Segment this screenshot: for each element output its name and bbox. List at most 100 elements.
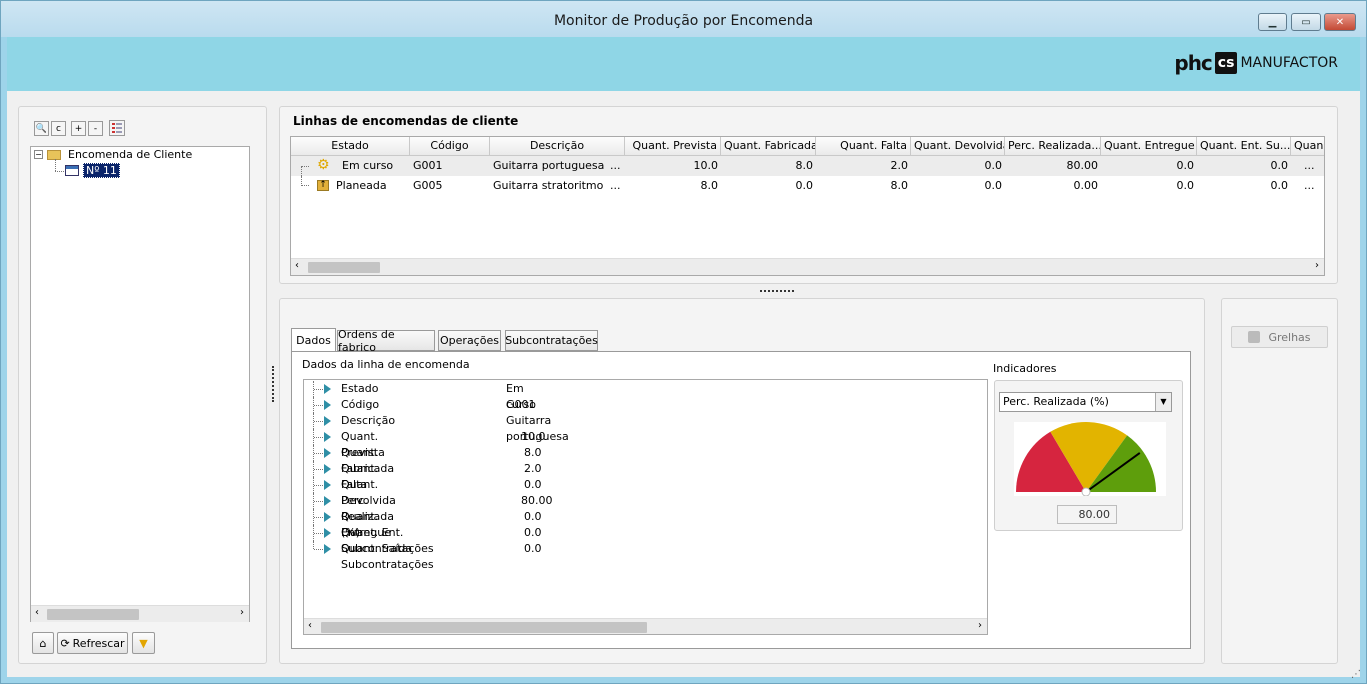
cell-perc: 0.00: [1073, 179, 1099, 192]
gauge: [1014, 422, 1166, 496]
detail-value: 2.0: [524, 462, 542, 475]
tab-operacoes[interactable]: Operações: [438, 330, 501, 351]
resize-grip-icon[interactable]: ⋰: [1351, 669, 1361, 680]
order-icon: [65, 165, 79, 176]
col-devolvida[interactable]: Quant. Devolvida: [911, 137, 1005, 156]
detail-label: Código: [341, 398, 380, 411]
tree-hscrollbar[interactable]: ‹ ›: [31, 605, 249, 622]
vertical-splitter[interactable]: [272, 366, 274, 402]
cell-fabricada: 8.0: [795, 159, 814, 172]
tree-view[interactable]: − Encomenda de Cliente Nº 11 ‹ ›: [30, 146, 250, 622]
horizontal-splitter[interactable]: [760, 290, 794, 292]
tab-dados[interactable]: Dados: [291, 328, 336, 351]
logo-cs: cs: [1214, 52, 1238, 74]
gear-icon: ⚙: [317, 157, 330, 173]
folder-icon: [47, 150, 61, 160]
cell-falta: 2.0: [890, 159, 909, 172]
gauge-hub: [1081, 487, 1091, 496]
tab-subcontratacoes[interactable]: Subcontratações: [505, 330, 598, 351]
chevron-down-icon[interactable]: ▼: [1155, 393, 1171, 411]
detail-value: 8.0: [524, 446, 542, 459]
filter-button[interactable]: ▼: [132, 632, 155, 654]
table-row[interactable]: ↑ Planeada G005 Guitarra stratoritmo ...…: [291, 176, 1324, 196]
row-marker-icon: [324, 400, 331, 410]
row-marker-icon: [324, 416, 331, 426]
row-marker-icon: [324, 480, 331, 490]
cell-fabricada: 0.0: [795, 179, 814, 192]
lines-hscrollbar[interactable]: ‹ ›: [291, 258, 1324, 275]
grelhas-label: Grelhas: [1268, 330, 1311, 344]
lines-title: Linhas de encomendas de cliente: [293, 114, 519, 128]
collapse-all-button[interactable]: -: [88, 121, 103, 136]
detail-label: Estado: [341, 382, 379, 395]
details-title: Dados da linha de encomenda: [302, 358, 470, 371]
cell-perc: 80.00: [1066, 159, 1099, 172]
refresh-button[interactable]: ⟳ Refrescar: [57, 632, 128, 654]
details-hscrollbar[interactable]: ‹ ›: [304, 618, 987, 634]
cell-descricao: Guitarra stratoritmo: [493, 179, 604, 192]
detail-value: 0.0: [524, 510, 542, 523]
grelhas-button[interactable]: Grelhas: [1231, 326, 1328, 348]
col-estado[interactable]: Estado: [291, 137, 410, 156]
cell-more: ...: [1304, 159, 1315, 172]
home-button[interactable]: ⌂: [32, 632, 54, 654]
row-marker-icon: [324, 544, 331, 554]
cell-more: ...: [1304, 179, 1315, 192]
col-prevista[interactable]: Quant. Prevista: [625, 137, 721, 156]
up-arrow-icon: ↑: [317, 180, 329, 191]
row-marker-icon: [324, 384, 331, 394]
tab-ordens-fabrico[interactable]: Ordens de fabrico: [337, 328, 435, 354]
indicator-select[interactable]: Perc. Realizada (%) ▼: [999, 392, 1172, 412]
window-title: Monitor de Produção por Encomenda: [553, 13, 814, 29]
brand-logo: phc cs MANUFACTOR: [1174, 51, 1338, 75]
search-icon[interactable]: 🔍: [34, 121, 49, 136]
title-bar: Monitor de Produção por Encomenda ▁ ▭ ✕: [1, 1, 1366, 37]
col-descricao[interactable]: Descrição: [490, 137, 625, 156]
col-falta[interactable]: Quant. Falta: [816, 137, 911, 156]
row-marker-icon: [324, 448, 331, 458]
close-button[interactable]: ✕: [1324, 13, 1356, 31]
details-list[interactable]: Estado Em curso Código G001 Descrição Guita…: [303, 379, 988, 635]
col-codigo[interactable]: Código: [410, 137, 490, 156]
grid-icon: [1248, 331, 1261, 343]
refresh-icon: ⟳: [60, 636, 70, 650]
col-more[interactable]: Quan: [1291, 137, 1324, 156]
cell-estado: Planeada: [336, 179, 387, 192]
expand-all-button[interactable]: +: [71, 121, 86, 136]
row-marker-icon: [324, 512, 331, 522]
detail-value: 0.0: [524, 478, 542, 491]
cell-prevista: 8.0: [700, 179, 719, 192]
cell-falta: 8.0: [890, 179, 909, 192]
logo-phc: phc: [1174, 51, 1212, 75]
detail-label: Quant. Saída Subcontratações: [341, 542, 434, 571]
detail-label: Descrição: [341, 414, 396, 427]
maximize-button[interactable]: ▭: [1291, 13, 1321, 31]
detail-value: 10.0: [521, 430, 546, 443]
col-entregue[interactable]: Quant. Entregue: [1101, 137, 1197, 156]
cell-codigo: G005: [413, 179, 443, 192]
col-entsub[interactable]: Quant. Ent. Su...: [1197, 137, 1291, 156]
list-icon[interactable]: [109, 120, 125, 136]
cell-codigo: G001: [413, 159, 443, 172]
cell-devolvida: 0.0: [984, 179, 1003, 192]
cell-descricao: Guitarra portuguesa: [493, 159, 605, 172]
col-fabricada[interactable]: Quant. Fabricada: [721, 137, 816, 156]
tree-root-label[interactable]: Encomenda de Cliente: [68, 148, 192, 161]
cell-ellipsis[interactable]: ...: [607, 176, 625, 196]
lines-grid[interactable]: Estado Código Descrição Quant. Prevista …: [290, 136, 1325, 276]
logo-manufactor: MANUFACTOR: [1240, 55, 1338, 71]
tree-child-label[interactable]: Nº 11: [83, 163, 120, 178]
col-perc[interactable]: Perc. Realizada...: [1005, 137, 1101, 156]
table-row[interactable]: ⚙ Em curso G001 Guitarra portuguesa ... …: [291, 156, 1324, 186]
minimize-button[interactable]: ▁: [1258, 13, 1287, 31]
tree-collapse-toggle[interactable]: −: [34, 150, 43, 159]
row-marker-icon: [324, 464, 331, 474]
refresh-label: Refrescar: [72, 636, 125, 650]
indicator-select-value: Perc. Realizada (%): [1003, 395, 1109, 408]
cell-ellipsis[interactable]: ...: [607, 156, 625, 176]
grids-panel: [1221, 298, 1338, 664]
cell-entsub: 0.0: [1270, 159, 1289, 172]
cell-estado: Em curso: [342, 159, 394, 172]
c-button[interactable]: c: [51, 121, 66, 136]
row-marker-icon: [324, 528, 331, 538]
